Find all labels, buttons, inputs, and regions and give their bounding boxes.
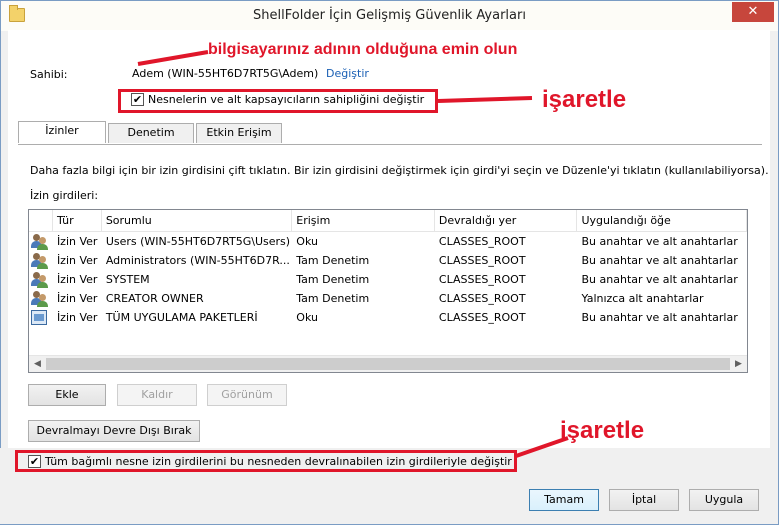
column-header-type[interactable]: Tür [53, 210, 102, 231]
type-cell: İzin Ver [56, 254, 98, 267]
principal-cell: Administrators (WIN-55HT6D7R... [105, 254, 290, 267]
permission-entries-list[interactable]: Tür Sorumlu Erişim Devraldığı yer Uygula… [28, 209, 748, 373]
add-button[interactable]: Ekle [28, 384, 106, 406]
list-body: İzin Ver Users (WIN-55HT6D7RT5G\Users) Oku… [29, 232, 747, 327]
principal-cell: CREATOR OWNER [105, 292, 204, 305]
title-bar[interactable]: ShellFolder İçin Gelişmiş Güvenlik Ayarl… [1, 1, 778, 31]
package-icon [31, 310, 47, 325]
principal-cell: Users (WIN-55HT6D7RT5G\Users) [105, 235, 291, 248]
highlight-box [118, 89, 438, 113]
principal-cell: TÜM UYGULAMA PAKETLERİ [105, 311, 258, 324]
check-annotation: işaretle [560, 417, 645, 444]
row-icon-cell [29, 252, 53, 269]
column-header-applies-to[interactable]: Uygulandığı öğe [577, 210, 747, 231]
applies-to-cell: Bu anahtar ve alt anahtarlar [581, 254, 738, 267]
inherited-from-cell: CLASSES_ROOT [438, 311, 526, 324]
table-row[interactable]: İzin Ver SYSTEM Tam Denetim CLASSES_ROOT Bu … [29, 270, 747, 289]
remove-button[interactable]: Kaldır [117, 384, 197, 406]
access-cell: Tam Denetim [296, 254, 370, 267]
table-row[interactable]: İzin Ver CREATOR OWNER Tam Denetim CLASSES_… [29, 289, 747, 308]
applies-to-cell: Yalnızca alt anahtarlar [581, 292, 704, 305]
inherited-from-cell: CLASSES_ROOT [438, 273, 526, 286]
cancel-button[interactable]: İptal [609, 489, 679, 511]
check-annotation: işaretle [542, 86, 627, 113]
tab-auditing[interactable]: Denetim [108, 123, 194, 143]
owner-annotation: bilgisayarınız adının olduğuna emin olun [208, 41, 518, 58]
applies-to-cell: Bu anahtar ve alt anahtarlar [581, 273, 738, 286]
apply-button[interactable]: Uygula [689, 489, 759, 511]
users-icon [31, 233, 49, 250]
table-row[interactable]: İzin Ver Administrators (WIN-55HT6D7R... T… [29, 251, 747, 270]
access-cell: Tam Denetim [296, 292, 370, 305]
table-row[interactable]: İzin Ver Users (WIN-55HT6D7RT5G\Users) Oku… [29, 232, 747, 251]
tab-permissions[interactable]: İzinler [18, 121, 106, 143]
column-header-principal[interactable]: Sorumlu [102, 210, 293, 231]
close-button[interactable]: ✕ [732, 2, 774, 22]
scroll-left-icon[interactable]: ◀ [29, 356, 46, 372]
principal-cell: SYSTEM [105, 273, 150, 286]
applies-to-cell: Bu anahtar ve alt anahtarlar [581, 235, 738, 248]
column-header-inherited-from[interactable]: Devraldığı yer [435, 210, 578, 231]
highlight-box [15, 450, 517, 472]
inherited-from-cell: CLASSES_ROOT [438, 254, 526, 267]
type-cell: İzin Ver [56, 235, 98, 248]
annotation-arrow [437, 96, 533, 103]
entries-label: İzin girdileri: [30, 189, 99, 202]
owner-value: Adem (WIN-55HT6D7RT5G\Adem) [132, 67, 319, 80]
column-header-access[interactable]: Erişim [292, 210, 435, 231]
inherited-from-cell: CLASSES_ROOT [438, 292, 526, 305]
access-cell: Oku [296, 235, 318, 248]
type-cell: İzin Ver [56, 311, 98, 324]
permissions-info-text: Daha fazla bilgi için bir izin girdisini… [30, 164, 769, 177]
list-header: Tür Sorumlu Erişim Devraldığı yer Uygula… [29, 210, 747, 232]
annotation-arrow [515, 436, 569, 458]
inherited-from-cell: CLASSES_ROOT [438, 235, 526, 248]
applies-to-cell: Bu anahtar ve alt anahtarlar [581, 311, 738, 324]
row-icon-cell [29, 233, 53, 250]
change-owner-link[interactable]: Değiştir [326, 67, 369, 80]
disable-inheritance-button[interactable]: Devralmayı Devre Dışı Bırak [28, 420, 200, 442]
horizontal-scrollbar[interactable]: ◀ ▶ [29, 355, 747, 372]
ok-button[interactable]: Tamam [529, 489, 599, 511]
owner-label: Sahibi: [30, 68, 68, 81]
row-icon-cell [29, 310, 53, 325]
access-cell: Oku [296, 311, 318, 324]
users-icon [31, 271, 49, 288]
tab-panel-border [18, 144, 762, 145]
row-icon-cell [29, 271, 53, 288]
type-cell: İzin Ver [56, 273, 98, 286]
tab-strip: İzinler Denetim Etkin Erişim [18, 121, 284, 143]
access-cell: Tam Denetim [296, 273, 370, 286]
column-icon [29, 210, 53, 231]
users-icon [31, 252, 49, 269]
users-icon [31, 290, 49, 307]
row-icon-cell [29, 290, 53, 307]
scroll-right-icon[interactable]: ▶ [730, 356, 747, 372]
table-row[interactable]: İzin Ver TÜM UYGULAMA PAKETLERİ Oku CLASSES… [29, 308, 747, 327]
window-title: ShellFolder İçin Gelişmiş Güvenlik Ayarl… [253, 8, 526, 23]
type-cell: İzin Ver [56, 292, 98, 305]
tab-effective-access[interactable]: Etkin Erişim [196, 123, 282, 143]
view-button[interactable]: Görünüm [207, 384, 287, 406]
scrollbar-thumb[interactable] [46, 358, 730, 370]
